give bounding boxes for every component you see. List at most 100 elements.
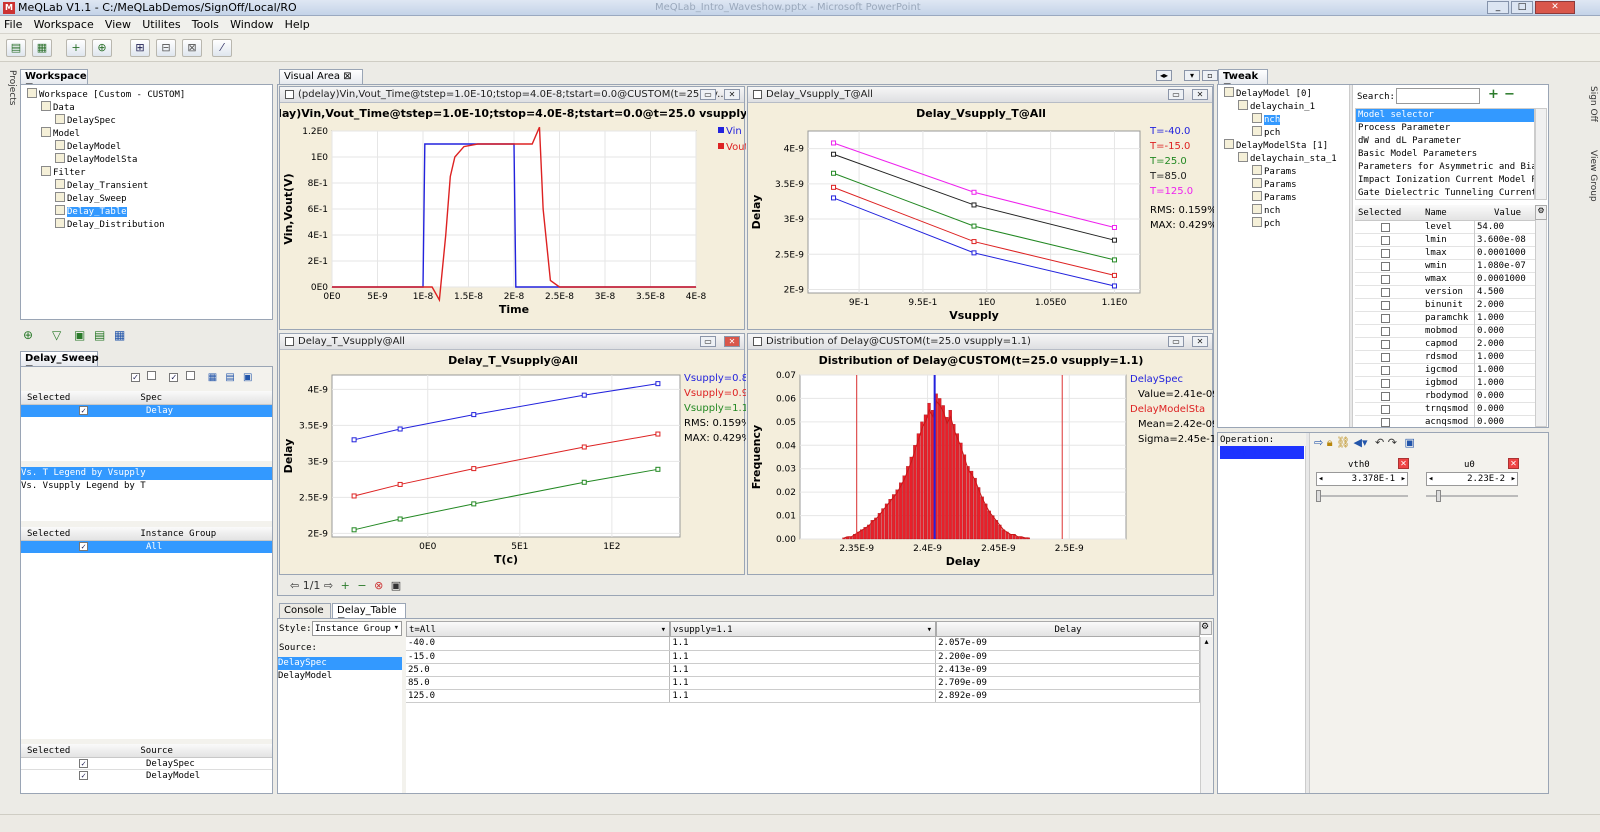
workspace-tree-item[interactable]: Workspace [Custom - CUSTOM] (23, 88, 270, 101)
filter-icon[interactable]: ▽ (52, 328, 61, 342)
param-row[interactable]: wmin 1.080e-07 (1355, 260, 1535, 273)
table-row[interactable]: 25.0 1.1 2.413e-09 (406, 663, 1200, 677)
viewgroup-side-tab[interactable]: View Group (1584, 150, 1598, 220)
param-value[interactable]: 3.600e-08 (1474, 234, 1535, 247)
param-checkbox[interactable] (1381, 236, 1390, 245)
param-checkbox[interactable] (1381, 340, 1390, 349)
workspace-tree-item[interactable]: Delay_Sweep (23, 192, 270, 205)
param-checkbox[interactable] (1381, 405, 1390, 414)
param-row[interactable]: wmax 0.0001000 (1355, 273, 1535, 286)
param-checkbox[interactable] (1381, 366, 1390, 375)
param-value[interactable]: 54.00 (1474, 221, 1535, 234)
operation-item[interactable]: Delay Trace (1220, 446, 1304, 459)
remove-slider-icon[interactable]: ✕ (1508, 458, 1519, 469)
wand-icon[interactable]: ⁄ (212, 39, 232, 57)
remove-search-icon[interactable]: − (1504, 87, 1515, 102)
param-checkbox[interactable] (1381, 275, 1390, 284)
workspace-tree-item[interactable]: Data (23, 101, 270, 114)
table-row[interactable]: 125.0 1.1 2.892e-09 (406, 689, 1200, 703)
v-filter-select[interactable]: vsupply=1.1 ▾ (670, 621, 936, 637)
slider-thumb[interactable] (1436, 490, 1441, 502)
save-icon[interactable]: ▣ (1404, 436, 1414, 449)
lock-icon[interactable]: 🔒︎ (1327, 436, 1333, 449)
param-checkbox[interactable] (1381, 379, 1390, 388)
remove-slider-icon[interactable]: ✕ (1398, 458, 1409, 469)
minimize-button[interactable]: _ (1487, 1, 1509, 14)
param-row[interactable]: level 54.00 (1355, 221, 1535, 234)
menu-workspace[interactable]: Workspace (34, 18, 94, 31)
workspace-tree-item[interactable]: Delay_Distribution (23, 218, 270, 231)
tweak-tree-item[interactable]: pch (1220, 217, 1348, 230)
restore-icon[interactable]: ▭ (1168, 336, 1184, 347)
source-checkbox[interactable]: ✓ (79, 771, 88, 780)
delay-table-tab[interactable]: Delay_Table ⊠ (332, 603, 406, 627)
menu-utilites[interactable]: Utilites (142, 18, 180, 31)
param-checkbox[interactable] (1381, 223, 1390, 232)
param-checkbox[interactable] (1381, 288, 1390, 297)
restore-icon[interactable]: ▭ (700, 89, 716, 100)
table-row[interactable]: ✓ DelayModel (21, 770, 272, 782)
tweak-tree-item[interactable]: Params (1220, 191, 1348, 204)
close-icon[interactable]: ✕ (1192, 89, 1208, 100)
tweak-tree-item[interactable]: Params (1220, 178, 1348, 191)
param-row[interactable]: rbodymod 0.000 (1355, 390, 1535, 403)
param-scrollbar[interactable] (1535, 205, 1547, 427)
table-row[interactable]: 85.0 1.1 2.709e-09 (406, 676, 1200, 690)
param-checkbox[interactable] (1381, 392, 1390, 401)
param-row[interactable]: igcmod 1.000 (1355, 364, 1535, 377)
tree-expand-icon[interactable]: ⊞ (130, 39, 150, 57)
param-row[interactable]: capmod 2.000 (1355, 338, 1535, 351)
redo-icon[interactable]: ↷ (1388, 436, 1397, 449)
add-filter-icon[interactable]: ⊕ (23, 328, 33, 342)
param-value[interactable]: 1.000 (1474, 377, 1535, 390)
tweak-tree-item[interactable]: nch (1220, 113, 1348, 126)
param-row[interactable]: acnqsmod 0.000 (1355, 416, 1535, 427)
menu-help[interactable]: Help (285, 18, 310, 31)
window-checkbox-icon[interactable] (753, 337, 762, 346)
check-all-icon[interactable]: ✓ (131, 373, 140, 382)
param-value[interactable]: 1.000 (1474, 364, 1535, 377)
next-page-icon[interactable]: ⇨ (324, 579, 333, 592)
param-checkbox[interactable] (1381, 262, 1390, 271)
slider-value-field[interactable]: ◂ 3.378E-1 ▸ (1316, 472, 1408, 486)
source-checkbox[interactable]: ✓ (79, 759, 88, 768)
param-row[interactable]: rdsmod 1.000 (1355, 351, 1535, 364)
visual-area-tab[interactable]: Visual Area ⊠ (279, 69, 363, 84)
param-checkbox[interactable] (1381, 301, 1390, 310)
slider-thumb[interactable] (1316, 490, 1321, 502)
source-item[interactable]: DelaySpec (278, 657, 402, 670)
param-value[interactable]: 1.000 (1474, 351, 1535, 364)
grid-view-icon[interactable]: ▦ (208, 372, 217, 383)
table-row[interactable]: ✓ Delay (21, 405, 272, 417)
tweak-tree-item[interactable]: DelayModel [0] (1220, 87, 1348, 100)
delay-column-header[interactable]: Delay (936, 621, 1200, 637)
param-value[interactable]: 2.000 (1474, 299, 1535, 312)
param-value[interactable]: 4.500 (1474, 286, 1535, 299)
param-value[interactable]: 2.000 (1474, 338, 1535, 351)
param-checkbox[interactable] (1381, 418, 1390, 427)
param-value[interactable]: 0.0001000 (1474, 273, 1535, 286)
window-checkbox-icon[interactable] (285, 90, 294, 99)
table-settings-icon[interactable]: ⚙ (1200, 621, 1212, 635)
signoff-side-tab[interactable]: Sign Off (1584, 86, 1598, 146)
spec-checkbox[interactable]: ✓ (79, 406, 88, 415)
slider-track[interactable] (1316, 495, 1408, 497)
uncheck-all-icon[interactable] (147, 371, 157, 380)
legend-option[interactable]: Vs. T Legend by Vsupply (21, 467, 272, 480)
category-item[interactable]: Impact Ionization Current Model P... (1356, 174, 1534, 187)
check-selected-icon[interactable]: ✓ (169, 373, 179, 382)
param-checkbox[interactable] (1381, 249, 1390, 258)
workspace-tree-item[interactable]: Filter (23, 166, 270, 179)
table-row[interactable]: ✓ All (21, 541, 272, 553)
tweak-tree-item[interactable]: DelayModelSta [1] (1220, 139, 1348, 152)
category-item[interactable]: Parameters for Asymmetric and Bia... (1356, 161, 1534, 174)
param-row[interactable]: igbmod 1.000 (1355, 377, 1535, 390)
param-row[interactable]: binunit 2.000 (1355, 299, 1535, 312)
table-icon[interactable]: ▤ (94, 328, 105, 342)
table-row[interactable]: -40.0 1.1 2.057e-09 (406, 637, 1200, 651)
table-scrollbar[interactable]: ▴ (1200, 637, 1212, 793)
param-value[interactable]: 0.000 (1474, 390, 1535, 403)
param-row[interactable]: lmin 3.600e-08 (1355, 234, 1535, 247)
category-item[interactable]: Process Parameter (1356, 122, 1534, 135)
tree-collapse-icon[interactable]: ⊟ (156, 39, 176, 57)
